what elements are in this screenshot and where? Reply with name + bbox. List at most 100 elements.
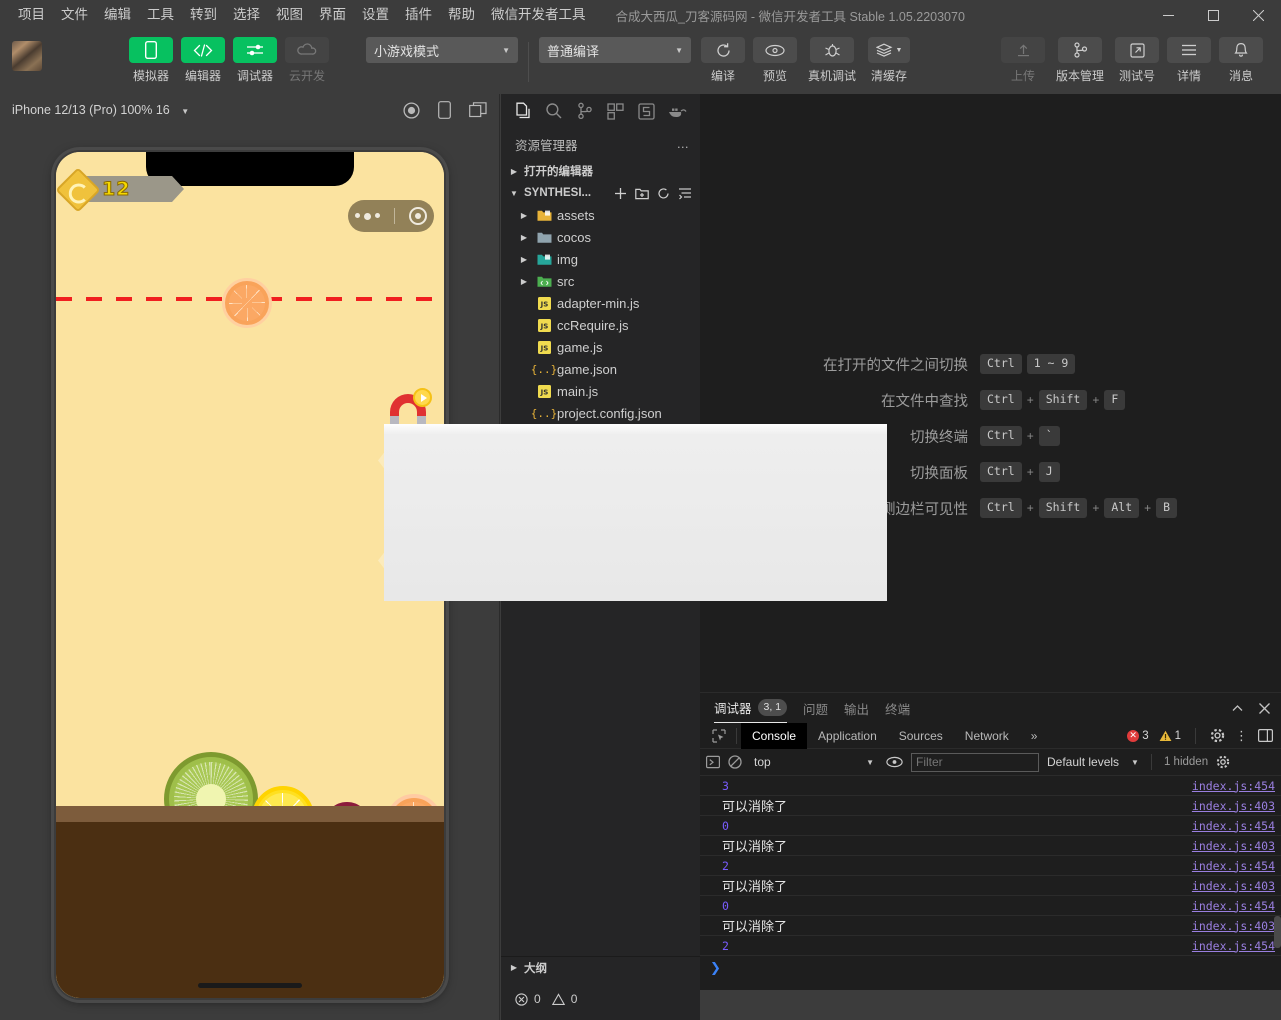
maximize-button[interactable] (1191, 0, 1236, 30)
menu-item-devtools[interactable]: 微信开发者工具 (483, 4, 594, 26)
execution-context-select[interactable]: top ▼ (750, 755, 878, 769)
console-line[interactable]: 可以消除了 index.js:403 (700, 876, 1281, 896)
menu-item-file[interactable]: 文件 (53, 4, 96, 26)
source-control-icon[interactable] (569, 96, 600, 127)
menu-item-goto[interactable]: 转到 (182, 4, 225, 26)
console-line[interactable]: 0 index.js:454 (700, 816, 1281, 836)
console-source-link[interactable]: index.js:403 (1192, 799, 1275, 813)
panel-tab-problems[interactable]: 问题 (803, 693, 828, 723)
avatar[interactable] (12, 41, 42, 71)
collapse-all-icon[interactable] (678, 187, 692, 200)
toolbar-button-version-control[interactable]: 版本管理 (1051, 30, 1109, 84)
section-open-editors[interactable]: ▶ 打开的编辑器 (501, 160, 700, 182)
menu-item-settings[interactable]: 设置 (354, 4, 397, 26)
panel-tab-debugger[interactable]: 调试器 3, 1 (714, 693, 787, 723)
toolbar-button-compile[interactable]: 编译 (699, 30, 747, 84)
section-project-root[interactable]: ▼ SYNTHESI... (501, 182, 700, 204)
outline-section[interactable]: ▶ 大纲 (501, 956, 700, 978)
tree-item-img[interactable]: ▶ img (501, 248, 700, 270)
tree-item-main-js[interactable]: JS main.js (501, 380, 700, 402)
menu-item-project[interactable]: 项目 (10, 4, 53, 26)
settings-gear-icon[interactable] (1210, 728, 1225, 743)
console-source-link[interactable]: index.js:403 (1192, 919, 1275, 933)
more-dots-icon[interactable] (355, 213, 380, 220)
devtools-tab-network[interactable]: Network (954, 723, 1020, 749)
toolbar-button-editor[interactable]: 编辑器 (179, 30, 227, 84)
console-source-link[interactable]: index.js:454 (1192, 859, 1275, 873)
console-line[interactable]: 2 index.js:454 (700, 856, 1281, 876)
console-line[interactable]: 2 index.js:454 (700, 936, 1281, 956)
console-source-link[interactable]: index.js:454 (1192, 819, 1275, 833)
toolbar-button-debugger[interactable]: 调试器 (231, 30, 279, 84)
docker-icon[interactable] (662, 96, 693, 127)
toolbar-button-cloud[interactable]: 云开发 (283, 30, 331, 84)
console-filter-input[interactable] (911, 753, 1039, 772)
toolbar-button-test-account[interactable]: 测试号 (1113, 30, 1161, 84)
console-source-link[interactable]: index.js:403 (1192, 879, 1275, 893)
console-output[interactable]: 3 index.js:454 可以消除了 index.js:403 0 inde… (700, 776, 1281, 990)
console-line[interactable]: 0 index.js:454 (700, 896, 1281, 916)
close-button[interactable] (1236, 0, 1281, 30)
refresh-icon[interactable] (657, 187, 670, 200)
device-selector[interactable]: iPhone 12/13 (Pro) 100% 16 ▼ (12, 103, 189, 117)
console-source-link[interactable]: index.js:454 (1192, 779, 1275, 793)
debug-icon[interactable] (631, 96, 662, 127)
devtools-tab-application[interactable]: Application (807, 723, 888, 749)
live-expression-icon[interactable] (886, 756, 903, 768)
console-line[interactable]: 可以消除了 index.js:403 (700, 836, 1281, 856)
console-line[interactable]: 可以消除了 index.js:403 (700, 916, 1281, 936)
panel-tab-terminal[interactable]: 终端 (885, 693, 910, 723)
console-settings-gear-icon[interactable] (1216, 755, 1230, 769)
console-source-link[interactable]: index.js:454 (1192, 899, 1275, 913)
rotate-device-icon[interactable] (438, 101, 451, 119)
tree-item-ccrequire-js[interactable]: JS ccRequire.js (501, 314, 700, 336)
new-file-icon[interactable] (614, 187, 627, 200)
menu-item-interface[interactable]: 界面 (311, 4, 354, 26)
search-icon[interactable] (538, 96, 569, 127)
devtools-tab-sources[interactable]: Sources (888, 723, 954, 749)
panel-tab-output[interactable]: 输出 (844, 693, 869, 723)
explorer-more-actions[interactable]: … (677, 137, 691, 151)
window-icon[interactable] (469, 102, 487, 118)
console-source-link[interactable]: index.js:454 (1192, 939, 1275, 953)
minimize-button[interactable] (1146, 0, 1191, 30)
tree-item-cocos[interactable]: ▶ cocos (501, 226, 700, 248)
dock-icon[interactable] (1258, 729, 1273, 742)
inspect-element-icon[interactable] (706, 729, 732, 743)
record-icon[interactable] (403, 102, 420, 119)
tree-item-adapter-min-js[interactable]: JS adapter-min.js (501, 292, 700, 314)
tree-item-game-json[interactable]: {..} game.json (501, 358, 700, 380)
wechat-capsule-menu[interactable] (348, 200, 434, 232)
toolbar-button-preview[interactable]: 预览 (751, 30, 799, 84)
close-circle-icon[interactable] (409, 207, 427, 225)
no-entry-icon[interactable] (728, 755, 742, 769)
toolbar-button-messages[interactable]: 消息 (1217, 30, 1265, 84)
compile-select[interactable]: 普通编译 ▼ (539, 37, 691, 63)
log-levels-select[interactable]: Default levels ▼ (1047, 755, 1139, 769)
menu-item-view[interactable]: 视图 (268, 4, 311, 26)
collapse-panel-icon[interactable] (1231, 702, 1244, 715)
close-panel-icon[interactable] (1258, 702, 1271, 715)
warning-chip[interactable]: 1 (1159, 730, 1181, 742)
console-scrollbar[interactable] (1274, 916, 1281, 948)
menu-item-select[interactable]: 选择 (225, 4, 268, 26)
extensions-icon[interactable] (600, 96, 631, 127)
devtools-tab-more[interactable]: » (1020, 723, 1049, 749)
console-source-link[interactable]: index.js:403 (1192, 839, 1275, 853)
more-vertical-icon[interactable]: ⋮ (1235, 729, 1248, 742)
toolbar-button-simulator[interactable]: 模拟器 (127, 30, 175, 84)
console-prompt[interactable]: ❯ (700, 956, 1281, 980)
menu-item-help[interactable]: 帮助 (440, 4, 483, 26)
files-icon[interactable] (507, 96, 538, 127)
problems-status[interactable]: 0 0 (501, 978, 700, 1020)
menu-item-plugins[interactable]: 插件 (397, 4, 440, 26)
toolbar-button-device-debug[interactable]: 真机调试 (803, 30, 861, 84)
console-line[interactable]: 可以消除了 index.js:403 (700, 796, 1281, 816)
tree-item-src[interactable]: ▶ src (501, 270, 700, 292)
menu-item-edit[interactable]: 编辑 (96, 4, 139, 26)
devtools-tab-console[interactable]: Console (741, 723, 807, 749)
tree-item-game-js[interactable]: JS game.js (501, 336, 700, 358)
clear-console-icon[interactable] (706, 755, 720, 769)
toolbar-button-clear-cache[interactable]: ▼ 清缓存 (865, 30, 913, 84)
mode-select[interactable]: 小游戏模式 ▼ (366, 37, 518, 63)
